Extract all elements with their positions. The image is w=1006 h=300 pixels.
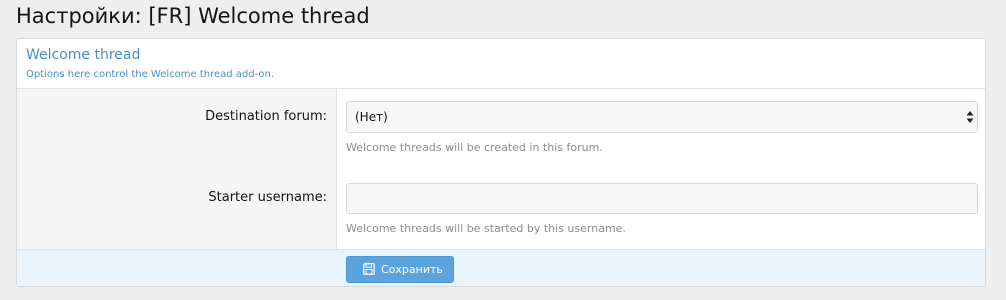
destination-forum-selected-value: (Нет) <box>355 110 388 124</box>
destination-forum-select[interactable]: (Нет) <box>346 101 978 133</box>
save-icon <box>363 263 375 275</box>
page-title: Настройки: [FR] Welcome thread <box>16 4 370 28</box>
label-column: Destination forum: Starter username: <box>17 89 337 249</box>
starter-username-input[interactable] <box>346 183 978 214</box>
options-panel: Welcome thread Options here control the … <box>16 38 986 287</box>
starter-username-hint: Welcome threads will be started by this … <box>346 222 626 235</box>
save-button[interactable]: Сохранить <box>346 256 454 283</box>
form-footer: Сохранить <box>17 249 985 286</box>
destination-forum-label: Destination forum: <box>205 109 327 124</box>
panel-title: Welcome thread <box>26 47 141 63</box>
panel-header: Welcome thread Options here control the … <box>17 39 985 89</box>
panel-description: Options here control the Welcome thread … <box>26 69 275 80</box>
save-button-label: Сохранить <box>381 263 443 276</box>
starter-username-label: Starter username: <box>208 190 327 205</box>
form-body: Destination forum: Starter username: (Не… <box>17 89 985 249</box>
destination-forum-hint: Welcome threads will be created in this … <box>346 141 603 154</box>
select-arrows-icon <box>966 111 974 123</box>
